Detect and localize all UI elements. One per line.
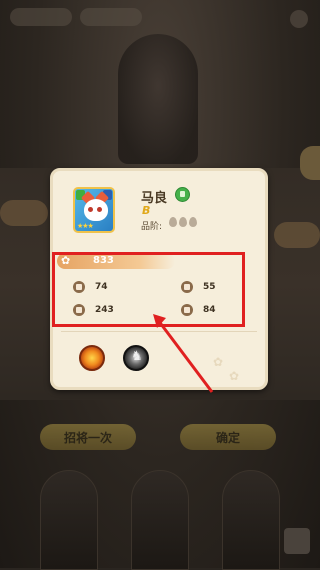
hero-portrait: ★★★ [73,187,115,233]
hero-card[interactable] [130,470,189,570]
eye-left [88,207,93,212]
paw-deco-icon: ✿ [213,355,224,369]
back-arrow-icon[interactable] [284,528,310,554]
ghost-skill-icon[interactable] [123,345,149,371]
hero-silhouette [118,34,198,164]
quality-drop-icon [179,217,187,227]
eye-right [97,207,102,212]
portrait-stars: ★★★ [77,222,94,230]
quality-label: 品阶: [141,222,163,232]
menu-icon[interactable] [290,10,308,28]
side-tab-icon[interactable] [300,146,320,180]
top-tab-1[interactable] [10,8,72,26]
confirm-button[interactable]: 确定 [180,424,276,450]
fire-skill-icon[interactable] [79,345,105,371]
cloud-deco-right [274,222,320,248]
stats-highlight-box [52,252,245,327]
hero-card[interactable] [221,470,280,570]
hero-card[interactable] [40,470,99,570]
paw-deco-icon: ✿ [229,369,240,383]
class-icon [175,187,190,202]
top-tabs [10,8,310,28]
top-tab-2[interactable] [80,8,142,26]
quality-drops [169,217,197,227]
cloud-deco-left [0,200,48,226]
recruit-again-button[interactable]: 招将一次 [40,424,136,450]
divider [61,331,257,332]
hero-grade: B [142,204,151,217]
bottom-hero-cards [24,470,296,570]
quality-drop-icon [189,217,197,227]
quality-drop-icon [169,217,177,227]
